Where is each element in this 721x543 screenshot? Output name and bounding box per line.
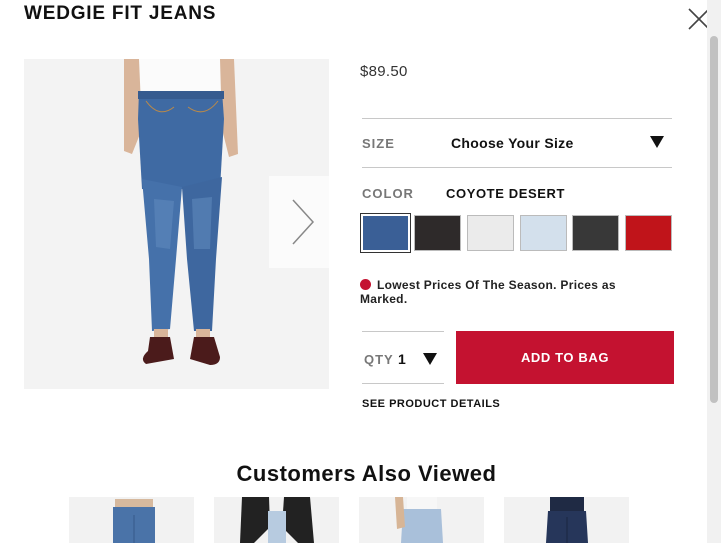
chevron-right-icon (292, 199, 315, 245)
color-swatch-white-denim[interactable] (467, 215, 514, 251)
recommended-product-thumbnail[interactable] (214, 497, 339, 543)
quantity-label: QTY (364, 352, 394, 367)
color-value: COYOTE DESERT (446, 186, 566, 201)
product-price: $89.50 (360, 63, 408, 80)
size-label: SIZE (362, 136, 395, 151)
color-swatch-black-denim[interactable] (414, 215, 461, 251)
next-image-button[interactable] (269, 176, 329, 268)
color-swatch-charcoal-denim[interactable] (572, 215, 619, 251)
promo-message: Lowest Prices Of The Season. Prices as M… (360, 278, 660, 306)
quantity-selector[interactable]: QTY 1 (362, 331, 444, 384)
caret-down-icon (423, 353, 437, 365)
scrollbar-thumb[interactable] (710, 36, 718, 403)
promo-text: Lowest Prices Of The Season. Prices as M… (360, 278, 616, 306)
size-value: Choose Your Size (451, 135, 574, 151)
caret-down-icon (650, 136, 664, 148)
recommended-product-thumbnail[interactable] (69, 497, 194, 543)
see-product-details-link[interactable]: SEE PRODUCT DETAILS (362, 398, 500, 410)
color-swatch-medium-blue-denim[interactable] (360, 213, 411, 253)
customers-also-viewed-heading: Customers Also Viewed (236, 461, 497, 486)
product-title: WEDGIE FIT JEANS (24, 3, 217, 24)
quantity-value: 1 (398, 351, 406, 367)
divider (362, 167, 672, 168)
color-swatch-red-denim[interactable] (625, 215, 672, 251)
color-swatch-light-blue-denim[interactable] (520, 215, 567, 251)
add-to-bag-button[interactable]: ADD TO BAG (456, 331, 674, 384)
promo-dot-icon (360, 279, 371, 290)
recommended-product-thumbnail[interactable] (359, 497, 484, 543)
size-selector[interactable]: SIZE Choose Your Size (362, 119, 672, 167)
color-label: COLOR (362, 186, 414, 201)
recommended-product-thumbnail[interactable] (504, 497, 629, 543)
